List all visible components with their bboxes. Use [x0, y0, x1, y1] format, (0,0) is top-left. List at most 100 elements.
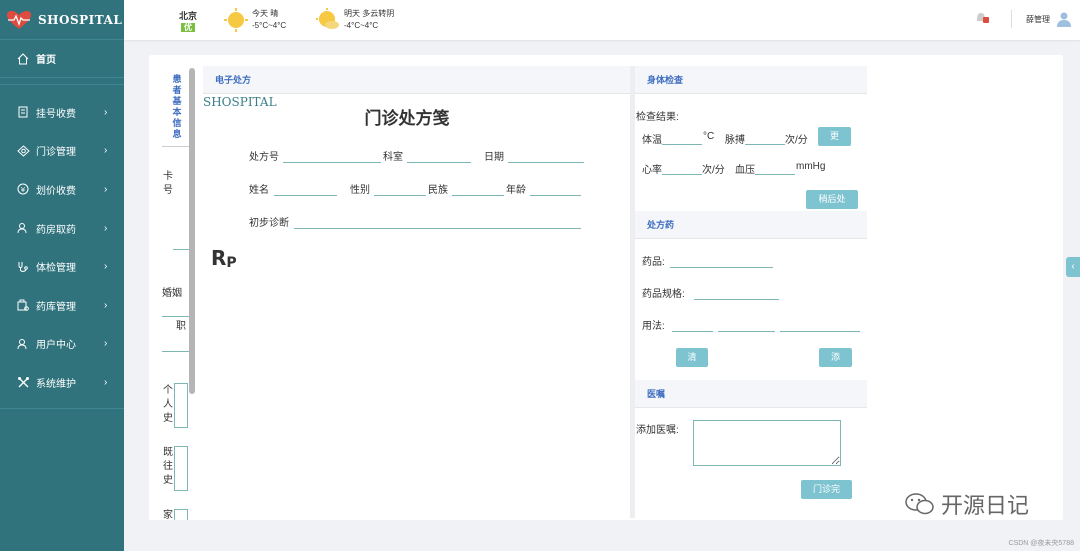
- patient-info-title: 患者基本信息: [172, 74, 182, 139]
- sidebar-item-system[interactable]: 系统维护 ›: [0, 363, 124, 402]
- app-brand: SHOSPITAL: [38, 12, 123, 27]
- chevron-right-icon: ›: [104, 261, 108, 273]
- watermark-text: 开源日记: [941, 493, 1030, 518]
- wechat-icon: [905, 493, 934, 515]
- top-right-tools: 薛管理: [975, 10, 1080, 28]
- date-field[interactable]: [508, 162, 584, 163]
- top-divider: [1011, 10, 1012, 28]
- city-name: 北京: [179, 11, 198, 21]
- marriage-field[interactable]: [162, 316, 190, 317]
- svg-text:¥: ¥: [21, 186, 26, 194]
- partly-cloudy-icon: [316, 8, 339, 29]
- title-divider: [162, 146, 190, 147]
- sidebar: SHOSPITAL 首页 挂号收费 › 门诊管理 › ¥ 划价收费 › 药房取药…: [0, 0, 124, 551]
- tomorrow-temp: -4°C~4°C: [344, 21, 379, 30]
- sidebar-item-label: 首页: [36, 55, 56, 66]
- personal-history-input[interactable]: [174, 383, 188, 428]
- drug-field[interactable]: [670, 267, 773, 268]
- sidebar-item-pricing[interactable]: ¥ 划价收费 ›: [0, 170, 124, 209]
- ethnicity-field[interactable]: [452, 195, 504, 196]
- today-temp: -5°C~4°C: [252, 21, 287, 30]
- home-icon: [16, 52, 30, 66]
- finish-clinic-button[interactable]: 门诊完: [801, 480, 852, 499]
- usage-label: 用法:: [642, 321, 665, 332]
- weather-city: 北京 优: [179, 9, 197, 32]
- age-field[interactable]: [530, 195, 581, 196]
- avatar-icon[interactable]: [1056, 11, 1072, 27]
- advice-textarea[interactable]: [693, 420, 841, 466]
- sidebar-item-label: 用户中心: [36, 340, 76, 352]
- drug-spec-field[interactable]: [694, 299, 779, 300]
- ethnicity-label: 民族: [428, 185, 448, 196]
- weather-tomorrow: 明天 多云转阴 -4°C~4°C: [316, 8, 394, 32]
- chevron-right-icon: ›: [104, 183, 108, 195]
- blood-pressure-label: 血压: [735, 165, 755, 176]
- pulse-label: 脉搏: [725, 135, 745, 146]
- process-later-button[interactable]: 稍后处: [806, 190, 858, 209]
- patient-name-field[interactable]: [274, 195, 337, 196]
- weather-today: 今天 晴 -5°C~4°C: [224, 8, 286, 32]
- current-user[interactable]: 薛管理: [1026, 14, 1050, 25]
- sidebar-item-label: 挂号收费: [36, 108, 76, 120]
- collapse-panel-tab[interactable]: ‹: [1066, 257, 1080, 277]
- prescription-panel: 电子处方 SHOSPITAL 门诊处方笺 处方号 科室 日期 姓名 性别 民族 …: [203, 66, 631, 518]
- notification-bell-icon[interactable]: [975, 12, 989, 26]
- age-label: 年龄: [506, 185, 526, 196]
- chevron-right-icon: ›: [104, 145, 108, 157]
- sidebar-item-clinic[interactable]: 门诊管理 ›: [0, 132, 124, 171]
- user-icon: [16, 337, 30, 351]
- clear-button[interactable]: 清: [676, 348, 708, 367]
- blood-pressure-unit: mmHg: [796, 161, 826, 172]
- register-icon: [16, 105, 30, 119]
- department-label: 科室: [383, 152, 403, 163]
- temperature-field[interactable]: [662, 144, 702, 145]
- gender-field[interactable]: [374, 195, 426, 196]
- chevron-right-icon: ›: [104, 338, 108, 350]
- prescription-panel-title: 电子处方: [203, 66, 630, 94]
- usage-field-3[interactable]: [780, 331, 860, 332]
- app-logo[interactable]: SHOSPITAL: [0, 0, 124, 40]
- card-no-label: 卡号: [163, 171, 173, 196]
- add-medicine-button[interactable]: 添: [819, 348, 852, 367]
- heart-rate-field[interactable]: [662, 174, 702, 175]
- sidebar-item-register[interactable]: 挂号收费 ›: [0, 93, 124, 132]
- usage-field-2[interactable]: [718, 331, 775, 332]
- sidebar-item-pharmacy[interactable]: 药房取药 ›: [0, 209, 124, 248]
- blood-pressure-field[interactable]: [755, 174, 795, 175]
- date-label: 日期: [484, 152, 504, 163]
- chevron-right-icon: ›: [104, 299, 108, 311]
- aqi-badge: 优: [181, 23, 195, 32]
- job-field[interactable]: [162, 351, 190, 352]
- past-history-input[interactable]: [174, 446, 188, 491]
- right-panel: 身体检查 检查结果: 体温 °C 脉搏 次/分 更 心率 次/分 血压 mmHg…: [635, 66, 867, 518]
- department-field[interactable]: [407, 162, 471, 163]
- patient-name-label: 姓名: [249, 185, 269, 196]
- top-bar: 北京 优 今天 晴 -5°C~4°C 明天 多云转阴 -4°C~4°C 薛管理: [124, 0, 1080, 40]
- today-label: 今天: [252, 9, 268, 18]
- checkup-icon: [16, 260, 30, 274]
- gender-label: 性别: [350, 185, 370, 196]
- card-no-field[interactable]: [173, 249, 190, 250]
- pricing-icon: ¥: [16, 182, 30, 196]
- diagnosis-field[interactable]: [294, 228, 581, 229]
- usage-field-1[interactable]: [672, 331, 713, 332]
- sidebar-item-label: 门诊管理: [36, 147, 76, 159]
- advice-section-title: 医嘱: [635, 380, 867, 408]
- sidebar-item-checkup[interactable]: 体检管理 ›: [0, 247, 124, 286]
- chevron-right-icon: ›: [104, 222, 108, 234]
- tools-icon: [16, 375, 30, 389]
- patient-info-scrollbar[interactable]: [189, 68, 195, 394]
- tomorrow-label: 明天: [344, 9, 360, 18]
- sidebar-item-home[interactable]: 首页: [0, 40, 124, 78]
- add-advice-label: 添加医嘱:: [636, 425, 679, 436]
- rx-no-field[interactable]: [283, 162, 381, 163]
- pulse-field[interactable]: [745, 144, 785, 145]
- family-history-input[interactable]: [174, 509, 188, 520]
- sun-icon: [224, 8, 248, 32]
- heart-rate-label: 心率: [642, 165, 662, 176]
- sidebar-item-label: 药库管理: [36, 301, 76, 313]
- sidebar-item-user-center[interactable]: 用户中心 ›: [0, 325, 124, 364]
- today-weather: 晴: [270, 9, 279, 18]
- sidebar-item-warehouse[interactable]: 药库管理 ›: [0, 286, 124, 325]
- update-button[interactable]: 更: [818, 127, 851, 146]
